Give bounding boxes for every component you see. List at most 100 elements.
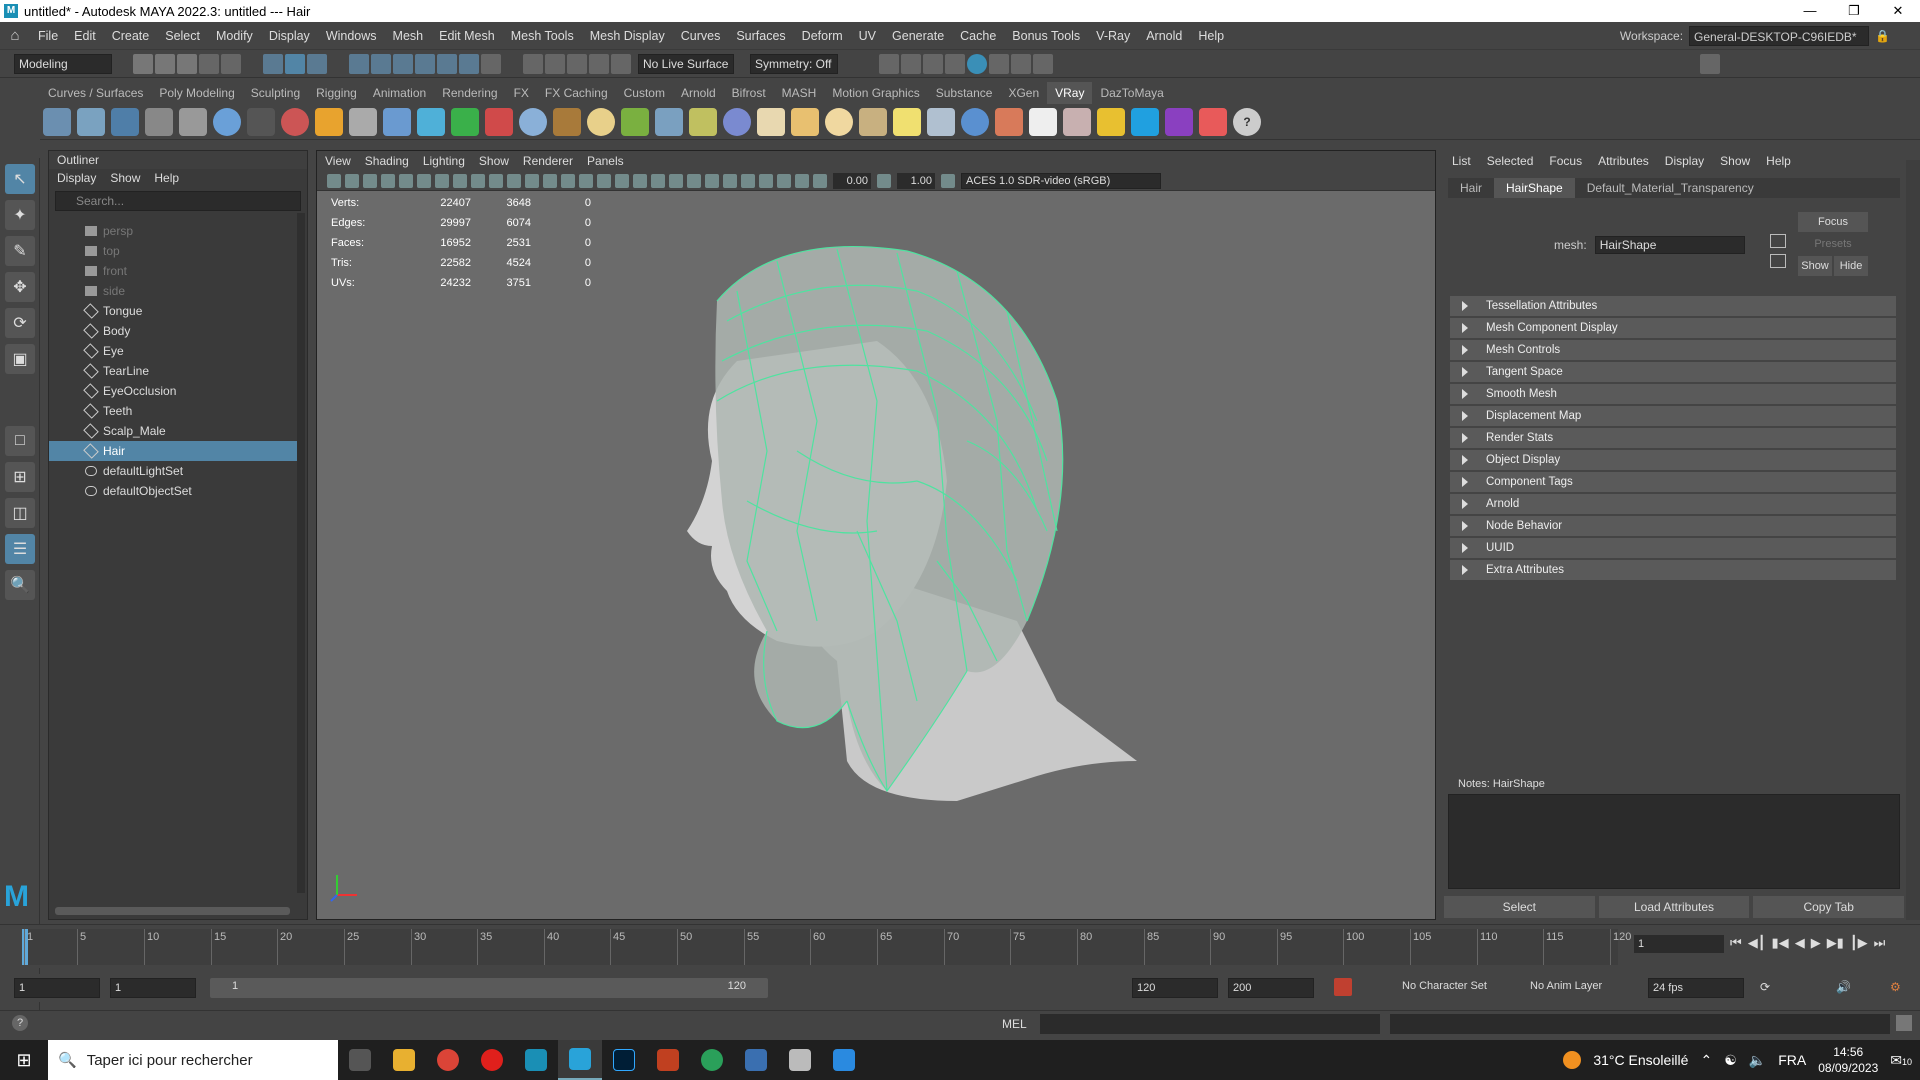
isolate-select-icon[interactable] xyxy=(741,173,755,188)
outliner-menu-show[interactable]: Show xyxy=(110,169,140,187)
anim-layer-dropdown[interactable]: No Anim Layer xyxy=(1530,980,1602,992)
range-bar[interactable]: 1 120 xyxy=(210,978,768,998)
outliner-item[interactable]: side xyxy=(49,281,297,301)
resolution-gate-icon[interactable] xyxy=(471,173,485,188)
weather-text[interactable]: 31°C Ensoleillé xyxy=(1593,1052,1688,1068)
outliner-menu-display[interactable]: Display xyxy=(57,169,96,187)
vray-checker-icon[interactable] xyxy=(1029,107,1057,136)
vray-ies-light-icon[interactable] xyxy=(859,107,887,136)
render-settings-icon[interactable] xyxy=(945,53,965,74)
shelf-tab-rendering[interactable]: Rendering xyxy=(434,82,505,104)
menu-deform[interactable]: Deform xyxy=(794,29,851,43)
shelf-tab-fx-caching[interactable]: FX Caching xyxy=(537,82,616,104)
snap-curve-icon[interactable] xyxy=(371,53,391,74)
vray-gear-icon[interactable] xyxy=(655,107,683,136)
snap-surface-icon[interactable] xyxy=(437,53,457,74)
play-forward-icon[interactable]: ▶ xyxy=(1811,935,1821,951)
vray-texture-icon[interactable] xyxy=(553,107,581,136)
taskbar-search-input[interactable]: 🔍 Taper ici pour rechercher xyxy=(48,1040,338,1080)
construction-history-icon[interactable] xyxy=(589,53,609,74)
bookmark-icon[interactable] xyxy=(363,173,377,188)
select-object-icon[interactable] xyxy=(285,53,305,74)
vray-fur-icon[interactable] xyxy=(315,107,343,136)
camera-attributes-icon[interactable] xyxy=(345,173,359,188)
menu-mesh-display[interactable]: Mesh Display xyxy=(582,29,673,43)
side-tabs-strip[interactable] xyxy=(1906,160,1920,920)
copy-tab-button[interactable]: Copy Tab xyxy=(1753,896,1905,918)
menu-cache[interactable]: Cache xyxy=(952,29,1004,43)
notes-textarea[interactable] xyxy=(1448,794,1900,889)
head-model-viewport[interactable] xyxy=(617,201,1137,841)
field-chart-icon[interactable] xyxy=(507,173,521,188)
volume-icon[interactable]: 🔈 xyxy=(1749,1052,1766,1069)
single-perspective-icon[interactable]: □ xyxy=(5,426,35,456)
vray-fluid-icon[interactable] xyxy=(417,107,445,136)
vray-grass-icon[interactable] xyxy=(621,107,649,136)
outliner-item[interactable]: front xyxy=(49,261,297,281)
attr-menu-show[interactable]: Show xyxy=(1720,150,1750,172)
viewport-menu-lighting[interactable]: Lighting xyxy=(423,151,465,171)
menu-surfaces[interactable]: Surfaces xyxy=(728,29,793,43)
history-icon[interactable] xyxy=(523,53,543,74)
attr-menu-selected[interactable]: Selected xyxy=(1487,150,1534,172)
daz-icon[interactable] xyxy=(646,1040,690,1080)
outliner-scrollbar[interactable] xyxy=(297,213,305,893)
ambient-occlusion-icon[interactable] xyxy=(687,173,701,188)
menu-file[interactable]: File xyxy=(30,29,66,43)
mesh-name-field[interactable]: HairShape xyxy=(1594,236,1745,254)
open-scene-icon[interactable] xyxy=(155,53,175,74)
outliner-item[interactable]: Teeth xyxy=(49,401,297,421)
current-frame-field[interactable]: 1 xyxy=(1634,935,1724,953)
outliner-hscrollbar[interactable] xyxy=(55,907,290,915)
render-view-icon[interactable] xyxy=(879,53,899,74)
safe-action-icon[interactable] xyxy=(525,173,539,188)
arnold-render-icon[interactable] xyxy=(989,53,1009,74)
xray-icon[interactable] xyxy=(759,173,773,188)
attr-section-header[interactable]: Extra Attributes xyxy=(1450,560,1896,580)
vray-plane-icon[interactable] xyxy=(349,107,377,136)
shelf-tab-sculpting[interactable]: Sculpting xyxy=(243,82,308,104)
attr-menu-focus[interactable]: Focus xyxy=(1549,150,1582,172)
outliner-item[interactable]: Tongue xyxy=(49,301,297,321)
vray-box-icon[interactable] xyxy=(383,107,411,136)
viewport-panel[interactable]: View Shading Lighting Show Renderer Pane… xyxy=(316,150,1436,920)
menu-generate[interactable]: Generate xyxy=(884,29,952,43)
viewport-menu-shading[interactable]: Shading xyxy=(365,151,409,171)
shelf-tab-rigging[interactable]: Rigging xyxy=(308,82,365,104)
four-view-icon[interactable]: ⊞ xyxy=(5,462,35,492)
menu-help[interactable]: Help xyxy=(1190,29,1232,43)
menu-arnold[interactable]: Arnold xyxy=(1138,29,1190,43)
go-to-end-icon[interactable]: ⏭ xyxy=(1874,935,1886,951)
vray-sun-icon[interactable] xyxy=(893,107,921,136)
vray-vfb-icon[interactable] xyxy=(1063,107,1091,136)
make-live-icon[interactable] xyxy=(611,53,631,74)
viewport-menu-show[interactable]: Show xyxy=(479,151,509,171)
vray-colorful-icon[interactable] xyxy=(1199,107,1227,136)
help-icon[interactable]: ? xyxy=(1233,107,1261,136)
maya-app-icon[interactable] xyxy=(514,1040,558,1080)
smooth-shade-icon[interactable] xyxy=(579,173,593,188)
attr-menu-help[interactable]: Help xyxy=(1766,150,1791,172)
view-transform-dropdown[interactable]: ACES 1.0 SDR-video (sRGB) xyxy=(961,172,1161,189)
vray-scene-icon[interactable] xyxy=(179,107,207,136)
vray-globe-icon[interactable] xyxy=(723,107,751,136)
scale-tool-icon[interactable]: ▣ xyxy=(5,344,35,374)
shelf-tab-fx[interactable]: FX xyxy=(506,82,537,104)
shelf-tab-custom[interactable]: Custom xyxy=(616,82,673,104)
vray-frame-buffer-icon[interactable] xyxy=(77,107,105,136)
use-all-lights-icon[interactable] xyxy=(651,173,665,188)
anti-aliasing-icon[interactable] xyxy=(723,173,737,188)
vray-cloud-icon[interactable] xyxy=(1131,107,1159,136)
start-time-field[interactable]: 1 xyxy=(14,978,100,998)
loop-icon[interactable]: ⟳ xyxy=(1760,980,1770,994)
shelf-tab-daztomaya[interactable]: DazToMaya xyxy=(1092,82,1171,104)
step-back-key-icon[interactable]: ◀┃ xyxy=(1748,935,1766,951)
vray-camera-icon[interactable] xyxy=(247,107,275,136)
attr-tab-hair[interactable]: Hair xyxy=(1448,178,1494,198)
shelf-tab-substance[interactable]: Substance xyxy=(928,82,1001,104)
attr-section-header[interactable]: Mesh Controls xyxy=(1450,340,1896,360)
pause-icon[interactable] xyxy=(1033,53,1053,74)
attr-section-header[interactable]: UUID xyxy=(1450,538,1896,558)
attr-menu-display[interactable]: Display xyxy=(1665,150,1704,172)
timeline-ruler[interactable]: 1 5 10 15 20 25 30 35 40 45 50 55 60 65 70 75 80 85 90 95 10… xyxy=(22,929,1631,965)
